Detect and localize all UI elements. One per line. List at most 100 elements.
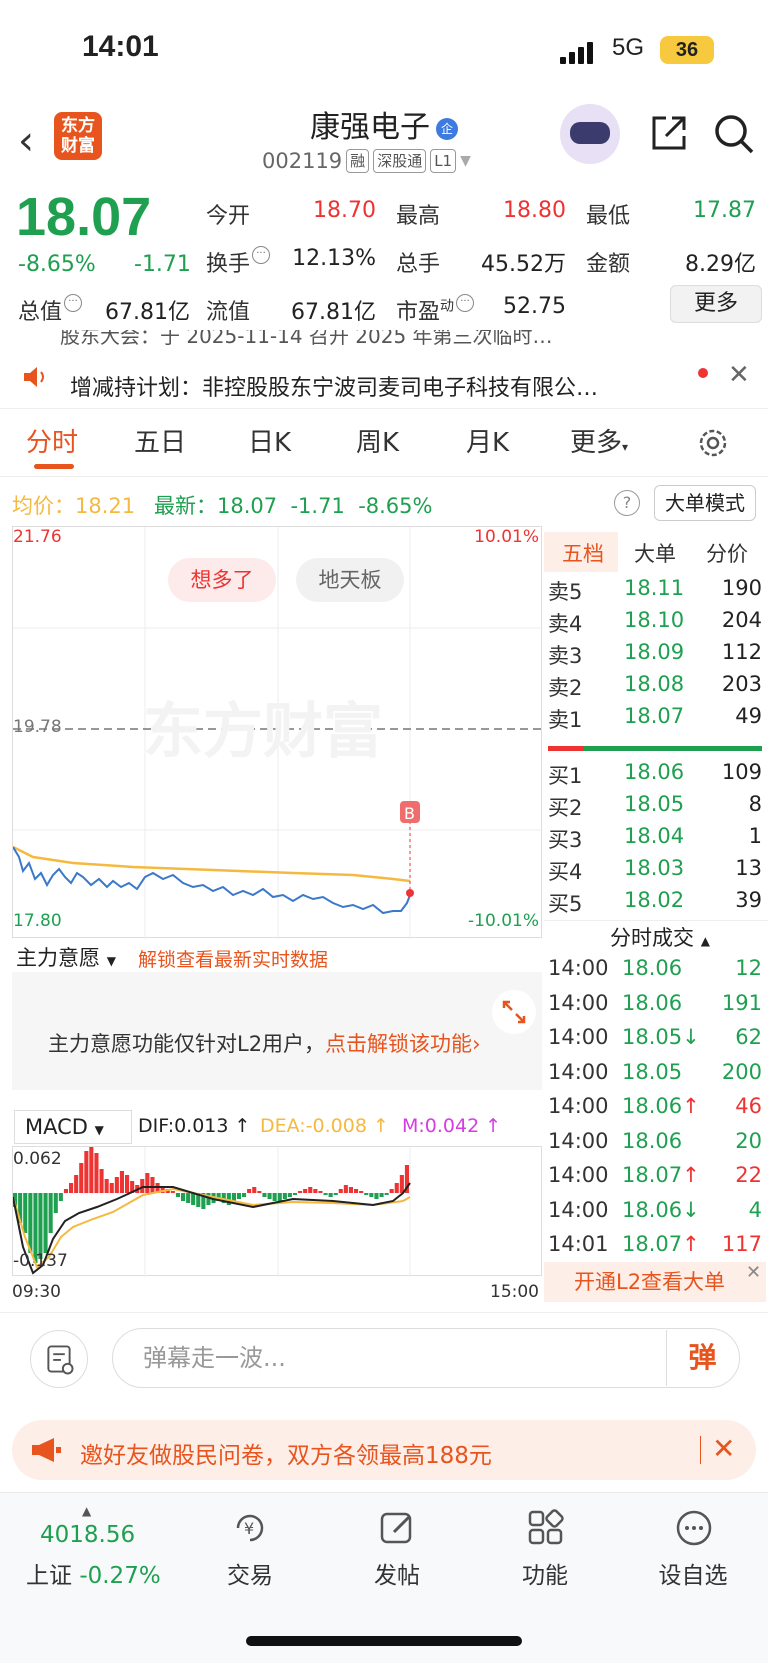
bid-row[interactable]: 买5 18.02 39 [548, 888, 762, 918]
document-icon[interactable] [30, 1330, 88, 1388]
intraday-chart[interactable]: 东方财富 B 21.76 19.78 17.80 10.01% -10.01% [12, 526, 543, 939]
more-dots-icon[interactable] [674, 1508, 714, 1548]
index-value[interactable]: 4018.56 [40, 1522, 135, 1548]
unread-dot [698, 368, 708, 378]
trade-price: 18.05↓ [622, 1025, 700, 1049]
stock-code-row[interactable]: 002119 融 深股通 L1 ▼ [262, 146, 471, 176]
latest-price: 最新：18.07 -1.71 -8.65% [154, 494, 433, 518]
macd-bar [94, 1153, 99, 1193]
macd-bar [364, 1193, 369, 1195]
invite-text[interactable]: 邀好友做股民问卷，双方各领最高188元 [80, 1436, 492, 1470]
bid-row[interactable]: 买4 18.03 13 [548, 856, 762, 886]
expand-icon[interactable] [492, 990, 536, 1034]
low-value: 17.87 [693, 198, 756, 223]
tab-intraday[interactable]: 分时 [26, 422, 78, 459]
trade-row: 14:00 18.05 200 [548, 1060, 762, 1090]
ask-row[interactable]: 卖4 18.10 204 [548, 608, 762, 638]
open-l2-banner[interactable]: 开通L2查看大单 [544, 1262, 766, 1302]
level-label: 卖3 [548, 644, 583, 668]
news-ticker[interactable]: 股东大会：于 2025-11-14 召开 2025 年第三次临时… [60, 330, 680, 348]
nav-function[interactable]: 功能 [490, 1556, 600, 1590]
big-order-mode-button[interactable]: 大单模式 [654, 485, 756, 521]
danmu-input[interactable]: 弹幕走一波... [112, 1328, 740, 1388]
trade-row: 14:00 18.07↑ 22 [548, 1163, 762, 1193]
network-type: 5G [612, 34, 645, 61]
bid-row[interactable]: 买2 18.05 8 [548, 792, 762, 822]
post-icon[interactable] [378, 1508, 418, 1548]
danmu-send-button[interactable]: 弹 [666, 1330, 738, 1386]
pe-label: 市盈动 ··· [396, 294, 475, 326]
trade-row: 14:00 18.06 12 [548, 956, 762, 986]
macd-bar [104, 1179, 109, 1193]
macd-bar [394, 1183, 399, 1193]
tab-weekly-k[interactable]: 周K [356, 422, 399, 459]
nav-add-watchlist[interactable]: 设自选 [638, 1556, 748, 1590]
ask-row[interactable]: 卖1 18.07 49 [548, 704, 762, 734]
trade-volume: 46 [735, 1094, 762, 1118]
help-icon[interactable]: ? [614, 490, 640, 516]
trade-time: 14:01 [548, 1232, 609, 1256]
orderbook-tab-big[interactable]: 大单 [634, 538, 676, 568]
gear-icon[interactable] [696, 426, 730, 460]
notice-text[interactable]: 增减持计划：非控股股东宁波司麦司电子科技有限公… [70, 370, 680, 402]
level-volume: 8 [748, 792, 762, 816]
close-icon[interactable]: ✕ [712, 1432, 735, 1465]
trade-price: 18.07↑ [622, 1163, 700, 1187]
trade-icon[interactable]: ¥ [230, 1508, 270, 1548]
avg-price: 均价：18.21 [12, 494, 136, 518]
orderbook-tab-price[interactable]: 分价 [706, 538, 748, 568]
unlock-realtime-link[interactable]: 解锁查看最新实时数据 [138, 945, 328, 972]
tab-daily-k[interactable]: 日K [248, 422, 291, 459]
signal-icon [560, 42, 593, 64]
ask-row[interactable]: 卖2 18.08 203 [548, 672, 762, 702]
indicator-dropdown[interactable]: MACD ▼ [14, 1110, 132, 1144]
trade-price: 18.05 [622, 1059, 683, 1084]
macd-bar [236, 1193, 241, 1199]
macd-chart[interactable]: 0.062 -0.137 [12, 1146, 542, 1277]
tab-more[interactable]: 更多▾ [570, 422, 628, 459]
macd-bar [38, 1193, 43, 1259]
bid-row[interactable]: 买3 18.04 1 [548, 824, 762, 854]
macd-bar [58, 1193, 63, 1201]
bid-ask-divider [548, 746, 762, 751]
index-name[interactable]: 上证 -0.27% [26, 1556, 161, 1590]
level-label: 买3 [548, 828, 583, 852]
close-icon[interactable]: ✕ [746, 1262, 761, 1283]
macd-bar [79, 1163, 84, 1193]
change-amount: -1.71 [134, 252, 191, 277]
level-price: 18.08 [624, 672, 685, 696]
level-price: 18.05 [624, 792, 685, 816]
bid-row[interactable]: 买1 18.06 109 [548, 760, 762, 790]
watermark: 东方财富 [143, 697, 383, 767]
trade-volume: 20 [735, 1128, 762, 1153]
search-icon[interactable] [712, 112, 756, 156]
macd-bar [181, 1193, 186, 1201]
trade-time: 14:00 [548, 1059, 609, 1084]
l2-message[interactable]: 主力意愿功能仅针对L2用户，点击解锁该功能› [48, 1028, 480, 1058]
nav-trade[interactable]: 交易 [195, 1556, 305, 1590]
ask-row[interactable]: 卖5 18.11 190 [548, 576, 762, 606]
svg-text:¥: ¥ [244, 1519, 254, 1538]
macd-bar [84, 1151, 89, 1193]
close-icon[interactable]: ✕ [728, 360, 750, 390]
level-label: 卖2 [548, 676, 583, 700]
macd-bar [48, 1193, 53, 1233]
ask-row[interactable]: 卖3 18.09 112 [548, 640, 762, 670]
tab-monthly-k[interactable]: 月K [466, 422, 509, 459]
y-mid-label: 19.78 [13, 717, 62, 737]
avg-price-line [13, 845, 411, 883]
tab-five-day[interactable]: 五日 [134, 422, 186, 459]
sentiment-pill-bullish[interactable]: 想多了 [168, 558, 276, 602]
trade-row: 14:00 18.06 20 [548, 1129, 762, 1159]
share-icon[interactable] [648, 112, 690, 154]
more-dots-icon: ··· [64, 294, 83, 312]
more-quote-button[interactable]: 更多 [670, 285, 762, 323]
orderbook-tab-five[interactable]: 五档 [562, 538, 604, 568]
macd-bar [175, 1193, 180, 1197]
sentiment-pill-limit[interactable]: 地天板 [296, 558, 404, 602]
current-price: 18.07 [16, 187, 152, 247]
trades-title[interactable]: 分时成交 ▲ [610, 922, 710, 952]
apps-icon[interactable] [526, 1508, 566, 1548]
main-intent-dropdown[interactable]: 主力意愿 ▼ [16, 942, 116, 972]
nav-post[interactable]: 发帖 [342, 1556, 452, 1590]
